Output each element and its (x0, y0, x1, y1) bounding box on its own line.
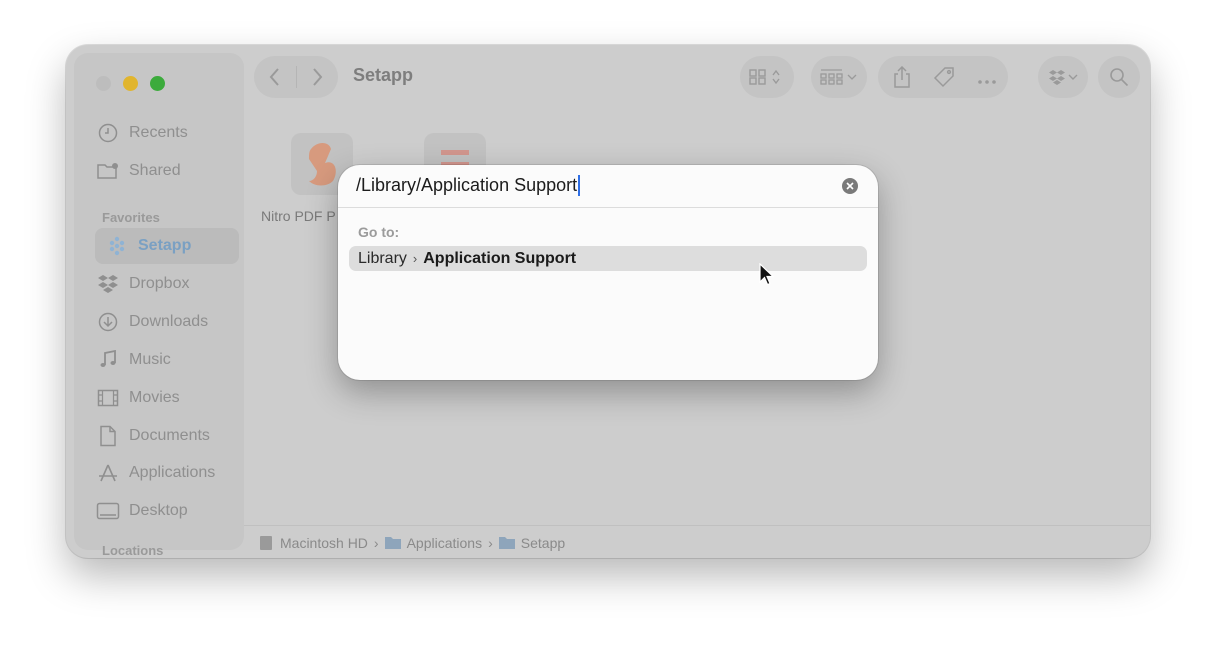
search-icon (1110, 68, 1129, 87)
more-button[interactable] (977, 72, 997, 90)
file-label: Nitro PDF P (261, 208, 336, 224)
folder-icon (384, 537, 401, 549)
sidebar-item-dropbox[interactable]: Dropbox (96, 266, 246, 302)
sidebar-item-label: Setapp (138, 237, 192, 254)
tag-button[interactable] (933, 66, 955, 93)
grid-view-icon (749, 69, 780, 85)
group-button[interactable] (811, 56, 867, 98)
navigation-buttons (254, 56, 338, 98)
dropbox-icon (96, 272, 120, 296)
path-separator: › (373, 534, 379, 551)
window-title: Setapp (353, 65, 414, 85)
path-input-row: /Library/Application Support (338, 165, 878, 208)
shared-folder-icon (96, 159, 120, 183)
nitro-pdf-icon (309, 143, 336, 186)
suggestion-parent: Library (358, 249, 407, 267)
applications-icon (96, 461, 120, 485)
mouse-cursor-icon (759, 263, 775, 286)
group-view-icon (820, 69, 857, 85)
path-bar: Macintosh HD › Applications › Setapp (244, 525, 1150, 558)
close-window-button[interactable] (96, 76, 111, 91)
suggestion-leaf: Application Support (423, 249, 577, 267)
sidebar-item-downloads[interactable]: Downloads (96, 304, 246, 340)
dropbox-icon (1049, 70, 1078, 85)
film-icon (96, 386, 120, 410)
sidebar-item-label: Applications (129, 464, 216, 481)
sidebar-item-label: Music (129, 351, 171, 368)
sidebar-item-label: Shared (129, 162, 181, 179)
sidebar-item-movies[interactable]: Movies (96, 380, 246, 416)
chevron-right-icon (313, 68, 323, 86)
text-caret (578, 175, 581, 196)
clear-input-button[interactable] (842, 178, 858, 194)
desktop-icon (96, 499, 120, 523)
forward-button[interactable] (310, 67, 324, 92)
share-icon (894, 65, 910, 88)
chevron-right-icon: › (412, 251, 418, 266)
document-icon (96, 424, 120, 448)
go-to-folder-dialog: /Library/Application Support Go to: Libr… (338, 165, 878, 380)
sidebar-item-shared[interactable]: Shared (96, 153, 246, 189)
sidebar-item-label: Dropbox (129, 275, 190, 292)
goto-label: Go to: (358, 224, 400, 240)
sidebar-item-documents[interactable]: Documents (96, 418, 246, 454)
path-input[interactable]: /Library/Application Support (356, 175, 581, 196)
sidebar-item-recents[interactable]: Recents (96, 115, 246, 151)
tag-icon (933, 67, 954, 88)
share-button[interactable] (892, 65, 912, 93)
path-segment[interactable]: Applications (384, 534, 483, 551)
path-segment[interactable]: Setapp (498, 534, 566, 551)
sidebar-item-applications[interactable]: Applications (96, 455, 246, 491)
clock-icon (96, 121, 120, 145)
minimize-window-button[interactable] (123, 76, 138, 91)
locations-header: Locations (102, 543, 164, 558)
ellipsis-icon (978, 80, 996, 84)
sidebar-item-desktop[interactable]: Desktop (96, 493, 246, 529)
actions-group (878, 56, 1008, 98)
sidebar-item-label: Desktop (129, 502, 188, 519)
sidebar-item-setapp[interactable]: Setapp (95, 228, 239, 264)
chevron-left-icon (269, 68, 279, 86)
path-segment[interactable]: Macintosh HD (260, 535, 368, 551)
path-segment-label: Applications (406, 534, 483, 551)
download-icon (96, 310, 120, 334)
suggestion-row[interactable]: Library › Application Support (349, 246, 867, 271)
sidebar-item-label: Documents (129, 427, 210, 444)
music-note-icon (96, 348, 120, 372)
favorites-header: Favorites (102, 210, 160, 225)
sidebar-item-label: Recents (129, 124, 188, 141)
view-mode-button[interactable] (740, 56, 794, 98)
sidebar-item-music[interactable]: Music (96, 342, 246, 378)
search-button[interactable] (1098, 56, 1140, 98)
dropbox-menu-button[interactable] (1038, 56, 1088, 98)
path-segment-label: Setapp (520, 534, 566, 551)
setapp-icon (105, 234, 129, 258)
path-input-value: /Library/Application Support (356, 175, 578, 195)
back-button[interactable] (268, 67, 282, 92)
sidebar-item-label: Movies (129, 389, 180, 406)
disk-icon (260, 535, 272, 550)
folder-icon (498, 537, 515, 549)
sidebar-item-label: Downloads (129, 313, 209, 330)
sidebar: Recents Shared Favorites Setapp Dropbox (74, 53, 246, 558)
path-separator: › (488, 534, 493, 551)
path-segment-label: Macintosh HD (280, 534, 368, 551)
close-icon (846, 182, 854, 190)
maximize-window-button[interactable] (150, 76, 165, 91)
